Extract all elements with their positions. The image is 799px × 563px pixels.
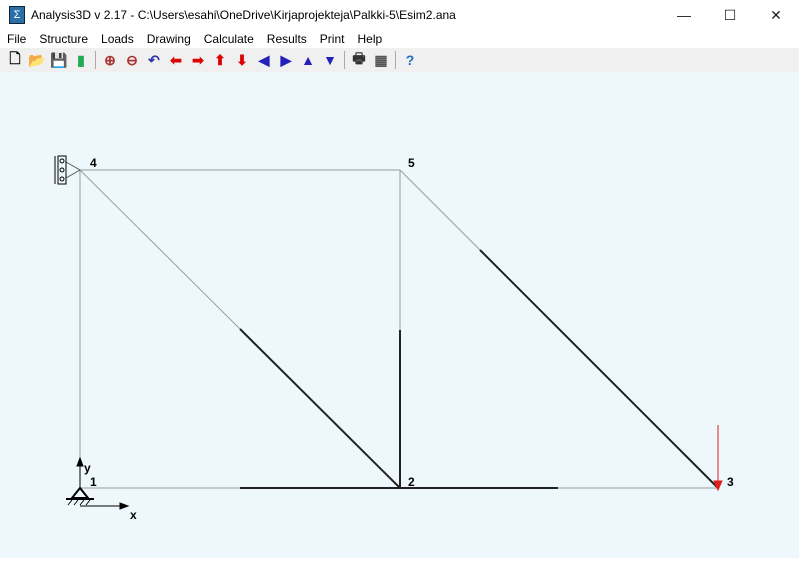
pan-down-icon: ⬇ — [236, 51, 248, 68]
zoom-in-icon: ⊕ — [104, 51, 116, 68]
rotate-left-button[interactable]: ◀ — [253, 50, 275, 70]
print-icon: 🖶 — [352, 50, 366, 66]
load-arrow — [713, 425, 723, 492]
menu-calculate[interactable]: Calculate — [197, 30, 260, 48]
result-5-3 — [479, 249, 719, 489]
menu-help[interactable]: Help — [350, 30, 388, 48]
zoom-out-button[interactable]: ⊖ — [121, 50, 143, 70]
pan-up-icon: ⬆ — [214, 51, 226, 68]
node-label-4: 4 — [90, 156, 97, 170]
pan-left-icon: ⬅ — [170, 51, 182, 68]
menu-drawing[interactable]: Drawing — [140, 30, 197, 48]
node-4-support — [54, 155, 81, 185]
save-button[interactable]: 💾 — [48, 50, 70, 70]
rotate-down-button[interactable]: ▼ — [319, 50, 341, 70]
toolbar-separator — [344, 51, 345, 69]
structure-drawing: y x 1 2 3 4 5 — [54, 155, 734, 522]
node-label-1: 1 — [90, 475, 97, 489]
rotate-right-icon: ▶ — [280, 51, 292, 68]
minimize-button[interactable]: — — [661, 0, 707, 30]
rotate-up-button[interactable]: ▲ — [297, 50, 319, 70]
new-button[interactable]: 🗋 — [4, 50, 26, 70]
rotate-right-button[interactable]: ▶ — [275, 50, 297, 70]
close-button[interactable]: ✕ — [753, 0, 799, 30]
axis-x-label: x — [130, 508, 137, 522]
node-label-5: 5 — [408, 156, 415, 170]
node-label-3: 3 — [727, 475, 734, 489]
calculator-button[interactable]: ▦ — [370, 50, 392, 70]
zoom-out-icon: ⊖ — [126, 51, 138, 68]
open-icon: 📂 — [28, 51, 46, 68]
maximize-button[interactable]: ☐ — [707, 0, 753, 30]
drawing-canvas[interactable]: y x 1 2 3 4 5 — [0, 72, 799, 558]
help-icon: ? — [405, 52, 415, 68]
title-bar: Σ Analysis3D v 2.17 - C:\Users\esahi\One… — [0, 0, 799, 30]
save-icon: 💾 — [50, 51, 68, 68]
app-icon: Σ — [9, 6, 25, 24]
toolbar: 🗋 📂 💾 ▮ ⊕ ⊖ ↶ ⬅ ➡ ⬆ ⬇ ◀ ▶ ▲ ▼ 🖶 ▦? — [0, 48, 799, 72]
undo-icon: ↶ — [148, 51, 160, 68]
menu-loads[interactable]: Loads — [94, 30, 140, 48]
rotate-down-icon: ▼ — [323, 52, 337, 68]
axis-y-label: y — [84, 461, 91, 475]
menu-print[interactable]: Print — [313, 30, 351, 48]
toolbar-separator — [95, 51, 96, 69]
undo-button[interactable]: ↶ — [143, 50, 165, 70]
chart-button[interactable]: ▮ — [70, 50, 92, 70]
open-button[interactable]: 📂 — [26, 50, 48, 70]
window-title: Analysis3D v 2.17 - C:\Users\esahi\OneDr… — [31, 8, 456, 22]
menu-results[interactable]: Results — [260, 30, 313, 48]
pan-right-button[interactable]: ➡ — [187, 50, 209, 70]
menu-structure[interactable]: Structure — [32, 30, 94, 48]
result-4-2 — [239, 328, 401, 489]
toolbar-separator — [395, 51, 396, 69]
zoom-in-button[interactable]: ⊕ — [99, 50, 121, 70]
rotate-left-icon: ◀ — [258, 51, 270, 68]
calculator-icon: ▦ — [374, 51, 388, 68]
node-1-support — [66, 486, 94, 506]
pan-right-icon: ➡ — [192, 51, 204, 68]
chart-icon: ▮ — [77, 51, 85, 68]
new-icon: 🗋 — [9, 50, 21, 66]
pan-up-button[interactable]: ⬆ — [209, 50, 231, 70]
help-button[interactable]: ? — [399, 50, 421, 70]
menu-bar: File Structure Loads Drawing Calculate Result… — [0, 30, 799, 48]
print-button[interactable]: 🖶 — [348, 50, 370, 70]
pan-left-button[interactable]: ⬅ — [165, 50, 187, 70]
pan-down-button[interactable]: ⬇ — [231, 50, 253, 70]
menu-file[interactable]: File — [0, 30, 32, 48]
node-label-2: 2 — [408, 475, 415, 489]
rotate-up-icon: ▲ — [301, 52, 315, 68]
